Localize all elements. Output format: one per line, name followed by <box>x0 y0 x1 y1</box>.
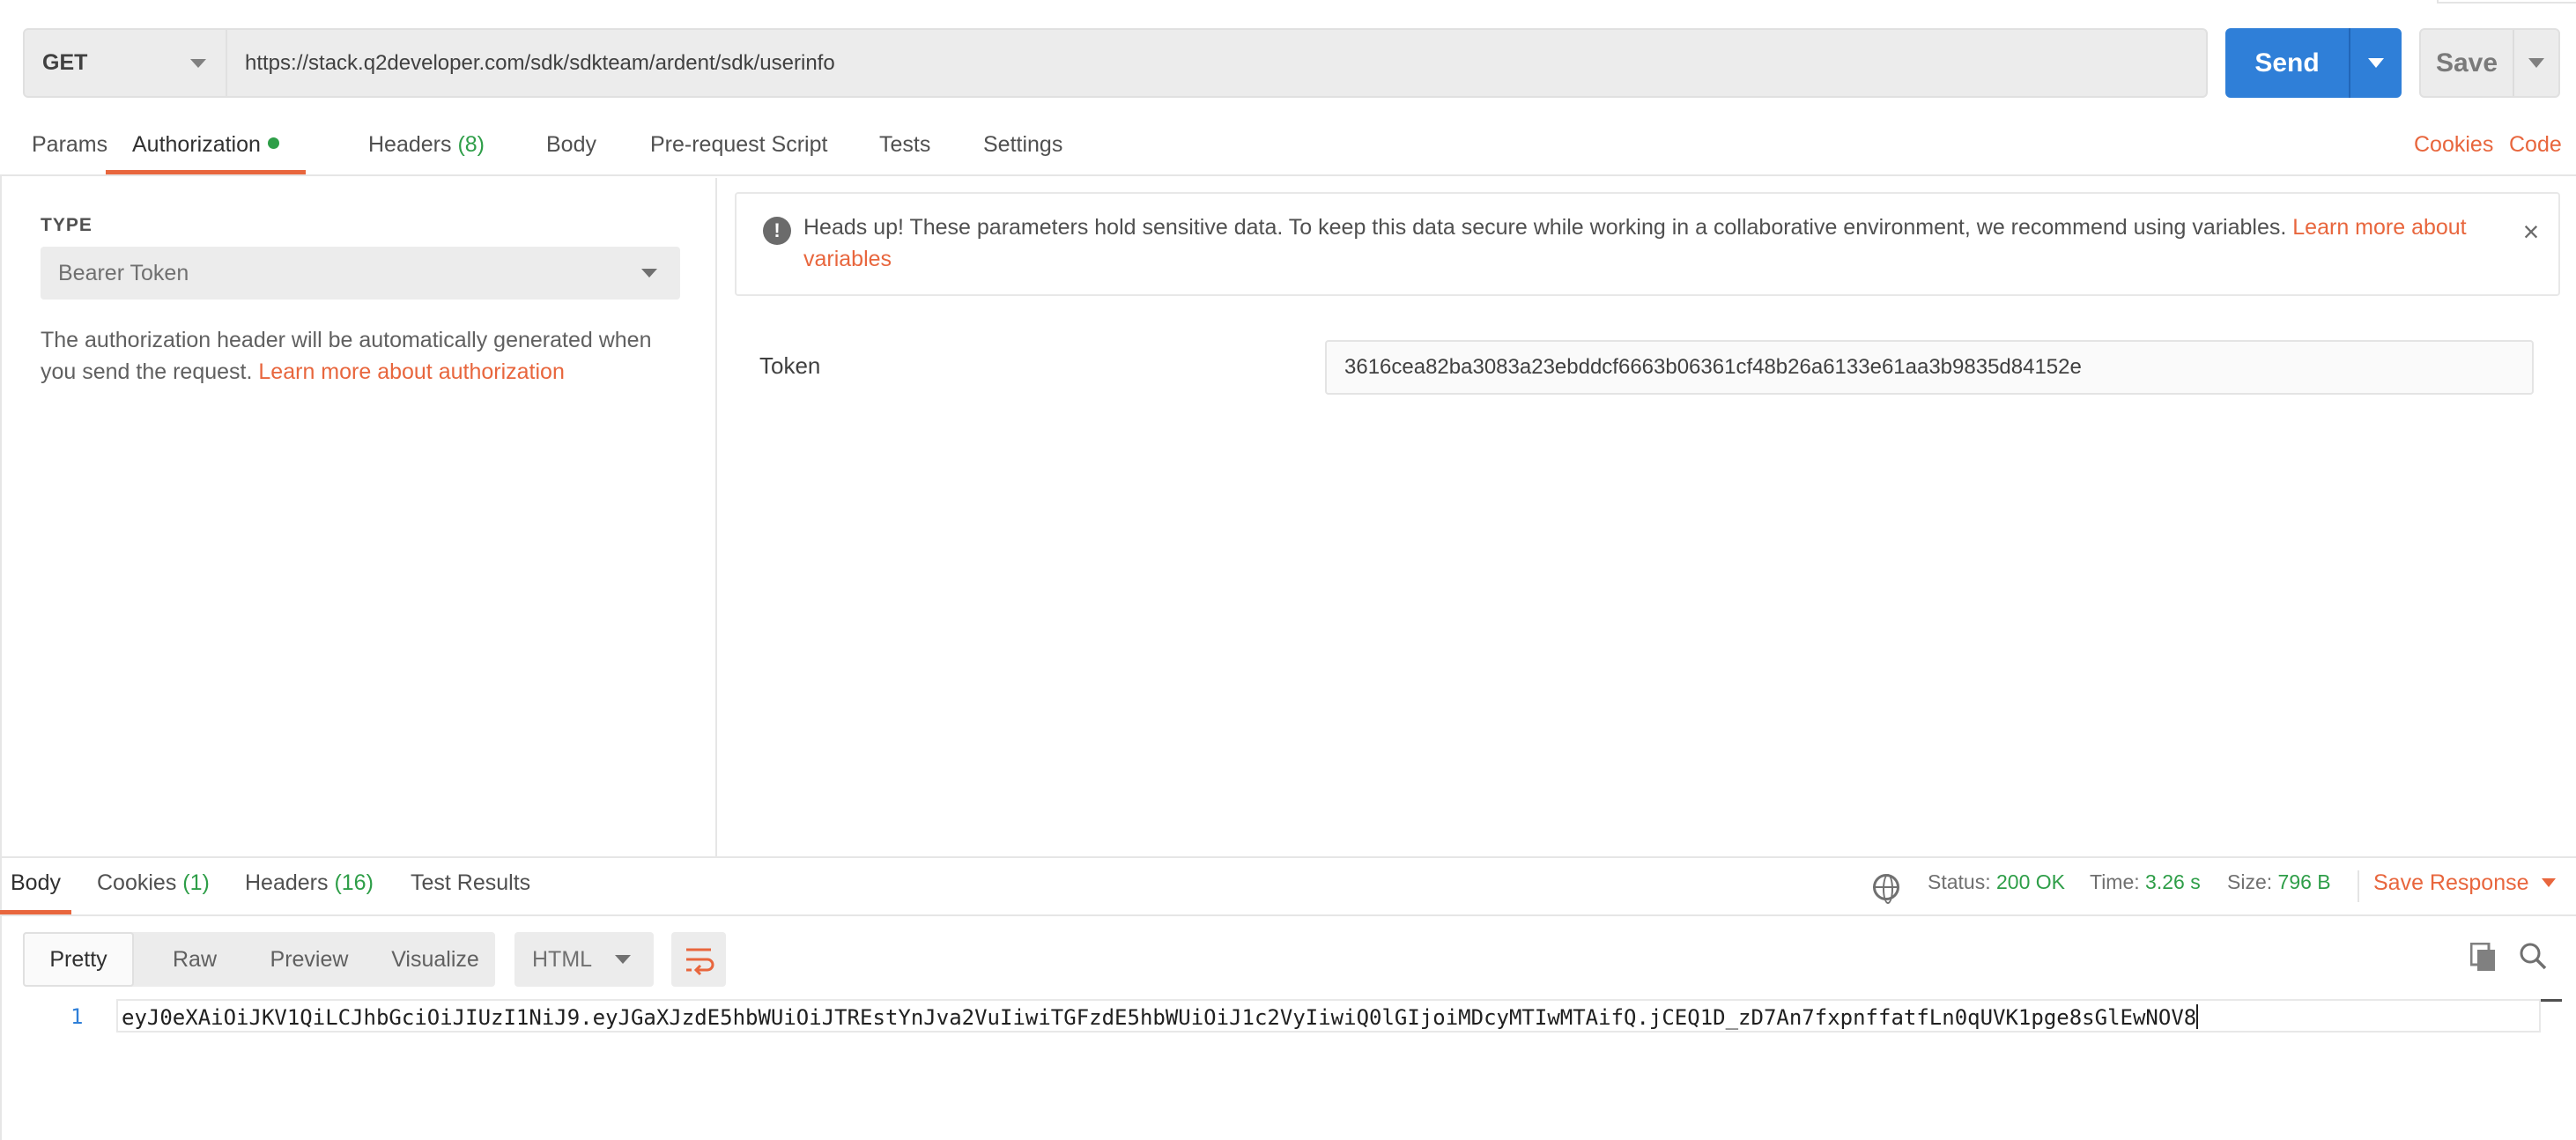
save-button[interactable]: Save <box>2419 28 2560 98</box>
tab-tests[interactable]: Tests <box>879 132 930 174</box>
tab-params[interactable]: Params <box>32 132 107 174</box>
status-dot-icon <box>267 137 279 149</box>
tab-response-headers[interactable]: Headers (16) <box>245 870 374 914</box>
tab-authorization[interactable]: Authorization <box>106 132 306 174</box>
tab-response-headers-count: (16) <box>334 870 374 895</box>
wrap-lines-button[interactable] <box>671 932 726 987</box>
token-label: Token <box>759 352 821 379</box>
size-readout: Size: 796 B <box>2227 870 2331 894</box>
token-input[interactable]: 3616cea82ba3083a23ebddcf6663b06361cf48b2… <box>1325 340 2534 395</box>
format-value: HTML <box>532 946 593 972</box>
learn-more-authorization-link[interactable]: Learn more about authorization <box>258 359 564 384</box>
status-label: Status: <box>1928 870 1991 893</box>
size-label: Size: <box>2227 870 2273 893</box>
view-mode-visualize[interactable]: Visualize <box>375 932 495 987</box>
send-button[interactable]: Send <box>2225 28 2402 98</box>
sensitive-data-notice: ! Heads up! These parameters hold sensit… <box>735 192 2560 296</box>
time-value: 3.26 s <box>2145 870 2201 893</box>
response-body-text[interactable]: eyJ0eXAiOiJKV1QiLCJhbGciOiJIUzI1NiJ9.eyJ… <box>122 1004 2199 1030</box>
wrap-lines-icon <box>686 948 714 976</box>
tab-authorization-label: Authorization <box>132 132 261 157</box>
line-number: 1 <box>70 1004 84 1029</box>
response-view-modes: Pretty Raw Preview Visualize <box>23 932 495 987</box>
copy-icon[interactable] <box>2470 943 2497 973</box>
tab-headers-label: Headers <box>368 132 452 157</box>
info-icon: ! <box>763 217 791 245</box>
cookies-link[interactable]: Cookies <box>2414 132 2493 158</box>
globe-icon[interactable] <box>1873 874 1899 904</box>
tab-settings[interactable]: Settings <box>983 132 1062 174</box>
size-value: 796 B <box>2277 870 2331 893</box>
notice-text: Heads up! These parameters hold sensitiv… <box>803 211 2495 275</box>
view-mode-preview[interactable]: Preview <box>243 932 375 987</box>
tab-body-label: Body <box>546 132 596 157</box>
chevron-down-icon <box>2368 58 2384 68</box>
chevron-down-icon <box>615 955 631 964</box>
request-tabs: Params Authorization Headers (8) Body Pr… <box>0 123 2576 176</box>
send-options-button[interactable] <box>2349 28 2402 98</box>
tab-body[interactable]: Body <box>546 132 596 174</box>
tab-response-headers-label: Headers <box>245 870 329 895</box>
code-link[interactable]: Code <box>2509 132 2562 158</box>
tab-headers-count: (8) <box>457 132 485 157</box>
scrollbar[interactable] <box>2541 999 2562 1002</box>
save-response-label: Save Response <box>2373 870 2529 895</box>
tab-pre-request-label: Pre-request Script <box>650 132 828 157</box>
url-input[interactable]: https://stack.q2developer.com/sdk/sdktea… <box>227 28 2208 98</box>
method-select[interactable]: GET <box>23 28 227 98</box>
chevron-down-icon <box>190 59 206 68</box>
method-value: GET <box>42 50 88 75</box>
request-url-bar: GET https://stack.q2developer.com/sdk/sd… <box>23 28 2208 98</box>
tab-pre-request-script[interactable]: Pre-request Script <box>650 132 827 174</box>
response-body-content: eyJ0eXAiOiJKV1QiLCJhbGciOiJIUzI1NiJ9.eyJ… <box>122 1005 2197 1030</box>
status-readout: Status: 200 OK <box>1928 870 2065 894</box>
tab-response-cookies-count: (1) <box>182 870 210 895</box>
view-mode-raw[interactable]: Raw <box>146 932 243 987</box>
text-cursor <box>2196 1004 2199 1029</box>
search-icon[interactable] <box>2518 941 2548 971</box>
tab-response-cookies[interactable]: Cookies (1) <box>97 870 210 914</box>
auth-type-value: Bearer Token <box>58 260 189 285</box>
save-response-button[interactable]: Save Response <box>2373 870 2556 896</box>
tab-response-cookies-label: Cookies <box>97 870 177 895</box>
save-options-button[interactable] <box>2513 30 2558 96</box>
close-icon[interactable]: × <box>2518 218 2544 246</box>
tab-response-body-label: Body <box>11 870 61 895</box>
chevron-down-icon <box>641 269 657 278</box>
tab-params-label: Params <box>32 132 108 157</box>
auth-type-panel: TYPE Bearer Token The authorization head… <box>5 178 717 856</box>
tab-tests-label: Tests <box>879 132 931 157</box>
tab-test-results[interactable]: Test Results <box>411 870 530 914</box>
send-button-label[interactable]: Send <box>2225 28 2349 98</box>
auth-description: The authorization header will be automat… <box>41 324 692 388</box>
type-label: TYPE <box>41 215 93 235</box>
view-mode-pretty[interactable]: Pretty <box>23 932 134 987</box>
time-readout: Time: 3.26 s <box>2090 870 2201 894</box>
auth-type-select[interactable]: Bearer Token <box>41 247 680 300</box>
tab-headers[interactable]: Headers (8) <box>368 132 485 174</box>
save-button-label[interactable]: Save <box>2421 30 2513 96</box>
chevron-down-icon <box>2528 58 2544 68</box>
format-select[interactable]: HTML <box>514 932 654 987</box>
status-value: 200 OK <box>1996 870 2065 893</box>
time-label: Time: <box>2090 870 2140 893</box>
divider <box>2358 870 2359 902</box>
response-tabs: Body Cookies (1) Headers (16) Test Resul… <box>0 858 2576 916</box>
chevron-down-icon <box>2541 878 2556 887</box>
tab-response-body[interactable]: Body <box>0 870 71 914</box>
notice-message: Heads up! These parameters hold sensitiv… <box>803 215 2287 240</box>
tab-settings-label: Settings <box>983 132 1063 157</box>
response-code-line: 1 eyJ0eXAiOiJKV1QiLCJhbGciOiJIUzI1NiJ9.e… <box>0 999 2576 1036</box>
window-edge <box>2437 0 2576 4</box>
tab-test-results-label: Test Results <box>411 870 531 895</box>
